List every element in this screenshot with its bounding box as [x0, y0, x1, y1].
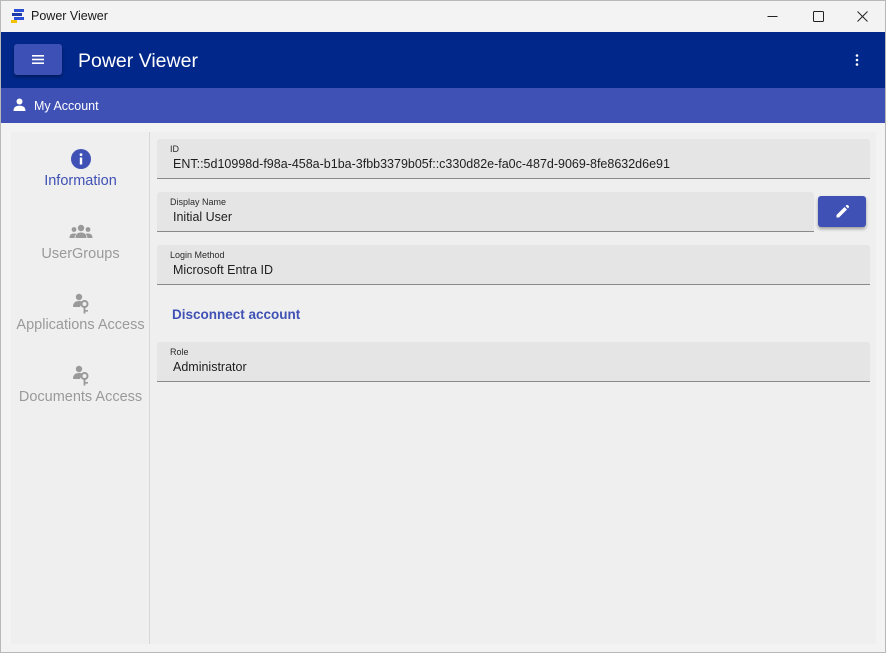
access-icon	[72, 365, 88, 386]
app-window: Power Viewer Power Viewer My Account Inf…	[0, 0, 886, 653]
role-field[interactable]: Role Administrator	[157, 342, 870, 382]
close-icon	[856, 11, 868, 22]
nav-item-usergroups[interactable]: UserGroups	[11, 221, 150, 262]
menu-button[interactable]	[14, 44, 62, 75]
role-value[interactable]: Administrator	[173, 360, 247, 374]
more-options-button[interactable]	[847, 50, 867, 70]
login-method-field[interactable]: Login Method Microsoft Entra ID	[157, 245, 870, 285]
nav-label-information: Information	[44, 173, 117, 189]
nav-label-applications-access: Applications Access	[16, 317, 145, 333]
display-name-field[interactable]: Display Name Initial User	[157, 192, 814, 232]
edit-display-name-button[interactable]	[818, 196, 866, 227]
account-nav: Information UserGroups Applications Acce…	[11, 132, 150, 644]
pencil-icon	[836, 205, 849, 218]
maximize-icon	[812, 11, 824, 22]
info-icon	[70, 149, 91, 169]
login-method-label: Login Method	[170, 250, 225, 260]
nav-item-applications-access[interactable]: Applications Access	[11, 292, 150, 333]
person-icon	[13, 98, 26, 111]
nav-label-usergroups: UserGroups	[41, 246, 120, 262]
title-bar[interactable]: Power Viewer	[1, 1, 885, 32]
window-title: Power Viewer	[31, 9, 108, 23]
nav-item-documents-access[interactable]: Documents Access	[11, 364, 150, 405]
app-logo-icon	[11, 9, 24, 23]
id-value[interactable]: ENT::5d10998d-f98a-458a-b1ba-3fbb3379b05…	[173, 157, 670, 171]
nav-label-documents-access: Documents Access	[18, 389, 143, 405]
kebab-menu-icon	[855, 54, 859, 66]
id-field[interactable]: ID ENT::5d10998d-f98a-458a-b1ba-3fbb3379…	[157, 139, 870, 179]
close-button[interactable]	[839, 1, 885, 32]
user-groups-icon	[69, 224, 92, 238]
account-card: Information UserGroups Applications Acce…	[11, 132, 876, 644]
app-bar: Power Viewer	[1, 32, 885, 88]
breadcrumb: My Account	[1, 88, 885, 123]
id-label: ID	[170, 144, 179, 154]
display-name-label: Display Name	[170, 197, 227, 207]
minimize-icon	[767, 16, 777, 17]
nav-item-information[interactable]: Information	[11, 148, 150, 189]
maximize-button[interactable]	[795, 1, 841, 32]
minimize-button[interactable]	[749, 1, 795, 32]
login-method-value[interactable]: Microsoft Entra ID	[173, 263, 273, 277]
access-icon	[72, 293, 88, 314]
disconnect-account-link[interactable]: Disconnect account	[172, 307, 300, 322]
display-name-value[interactable]: Initial User	[173, 210, 232, 224]
hamburger-icon	[32, 55, 44, 64]
app-title: Power Viewer	[78, 50, 198, 72]
breadcrumb-label: My Account	[34, 99, 99, 113]
role-label: Role	[170, 347, 189, 357]
